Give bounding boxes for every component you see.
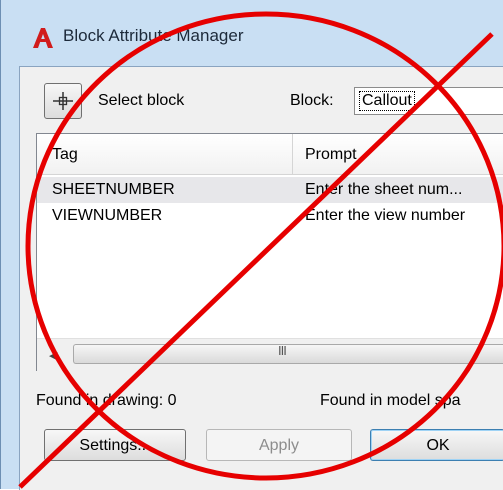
dialog-window: Block Attribute Manager Select block Blo… (0, 0, 503, 490)
ok-button[interactable]: OK (370, 429, 503, 461)
column-divider[interactable] (292, 134, 293, 174)
apply-button[interactable]: Apply (206, 429, 352, 461)
horizontal-scrollbar[interactable]: ◀ III (37, 338, 503, 371)
scroll-left-arrow-icon[interactable]: ◀ (49, 349, 57, 362)
crosshair-pick-icon (53, 92, 73, 110)
column-header-tag[interactable]: Tag (52, 146, 78, 164)
block-dropdown-value: Callout (359, 91, 415, 111)
scrollbar-grip-icon: III (278, 343, 287, 358)
select-block-label: Select block (98, 92, 185, 109)
found-in-drawing-text: Found in drawing: 0 (36, 392, 177, 409)
row-prompt: Enter the sheet num... (305, 181, 463, 198)
column-header-prompt[interactable]: Prompt (305, 146, 357, 164)
table-row[interactable]: VIEWNUMBER Enter the view number (37, 203, 503, 229)
block-label: Block: (290, 92, 334, 109)
row-tag: SHEETNUMBER (52, 181, 175, 198)
row-tag: VIEWNUMBER (52, 207, 163, 224)
autocad-a-icon (33, 28, 53, 48)
attribute-list[interactable]: Tag Prompt SHEETNUMBER Enter the sheet n… (36, 133, 503, 371)
row-prompt: Enter the view number (305, 207, 466, 224)
table-row[interactable]: SHEETNUMBER Enter the sheet num... (37, 177, 503, 203)
dialog-title: Block Attribute Manager (63, 26, 244, 45)
dialog-client-area: Select block Block: Callout Tag Prompt S… (19, 66, 503, 490)
scrollbar-thumb[interactable]: III (73, 343, 503, 364)
select-block-button[interactable] (44, 83, 82, 119)
settings-button[interactable]: Settings... (44, 429, 186, 461)
block-dropdown[interactable]: Callout (354, 87, 503, 115)
found-in-model-space-text: Found in model spa (320, 392, 461, 409)
list-header: Tag Prompt (37, 134, 503, 175)
